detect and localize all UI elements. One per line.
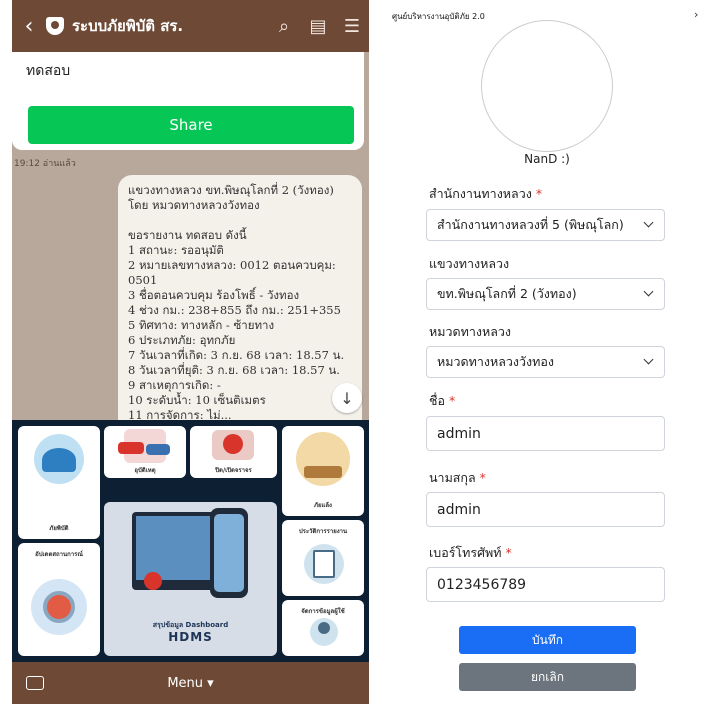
report-line: 6 ประเภทภัย: อุทกภัย [128,333,236,347]
report-line: 11 การจัดการ: ไม่... [128,408,232,420]
close-icon[interactable]: › [694,8,698,21]
chevron-down-icon [643,354,654,365]
app-name: ศูนย์บริหารงานอุบัติภัย 2.0 [392,12,485,21]
shield-icon [46,17,64,35]
chat-screen: ‹ ระบบภัยพิบัติ สร. ⌕ ▤ ☰ ทดสอบ Share 19… [12,0,369,704]
report-line: ขอรายงาน ทดสอบ ดังนี้ [128,228,247,242]
menu-tile-disaster[interactable]: ภัยพิบัติ [18,426,100,539]
report-line: แขวงทางหลวง ขท.พิษณุโลกที่ 2 (วังทอง) [128,183,334,197]
district-label: แขวงทางหลวง [429,256,510,271]
rich-menu: ภัยพิบัติ อุบัติเหตุ ปิด/เปิดจราจร ภัยแล… [12,420,369,662]
report-line: โดย หมวดทางหลวงวังทอง [128,198,260,212]
menu-tile-accident[interactable]: อุบัติเหตุ [104,426,186,478]
back-icon[interactable]: ‹ [12,14,46,39]
share-button[interactable]: Share [28,106,354,144]
notes-icon[interactable]: ▤ [301,16,335,37]
report-line: 1 สถานะ: รออนุมัติ [128,243,224,257]
first-name-input[interactable]: admin [426,416,665,451]
report-line: 10 ระดับน้ำ: 10 เซ็นติเมตร [128,393,266,407]
chevron-down-icon [643,286,654,297]
unit-label: หมวดทางหลวง [429,324,512,339]
report-line [128,213,352,228]
chat-header: ‹ ระบบภัยพิบัติ สร. ⌕ ▤ ☰ [12,0,369,52]
menu-tile-user-management[interactable]: จัดการข้อมูลผู้ใช้ [282,600,364,656]
shared-message-text: ทดสอบ [26,63,71,79]
district-select[interactable]: ขท.พิษณุโลกที่ 2 (วังทอง) [426,278,665,310]
keyboard-icon[interactable] [26,676,44,690]
report-line: 8 วันเวลาที่ยุติ: 3 ก.ย. 68 เวลา: 18.57 … [128,363,340,377]
report-line: 4 ช่วง กม.: 238+855 ถึง กม.: 251+355 [128,303,341,317]
scroll-down-icon[interactable]: ↓ [332,383,362,413]
report-line: 7 วันเวลาที่เกิด: 3 ก.ย. 68 เวลา: 18.57 … [128,348,345,362]
menu-tile-drought[interactable]: ภัยแล้ง [282,426,364,516]
report-line: 3 ชื่อตอนควบคุม ร้องโพธิ์ - วังทอง [128,288,300,302]
menu-tile-report-history[interactable]: ประวัติการรายงาน [282,520,364,596]
menu-tile-road-closure[interactable]: ปิด/เปิดจราจร [190,426,277,478]
menu-tile-dashboard[interactable]: สรุปข้อมูล Dashboard HDMS [104,502,277,656]
user-display-name: NanD :) [524,152,570,166]
search-icon[interactable]: ⌕ [267,16,301,37]
menu-tile-situation-update[interactable]: อัปเดตสถานการณ์ [18,543,100,656]
office-select[interactable]: สำนักงานทางหลวงที่ 5 (พิษณุโลก) [426,209,665,241]
last-name-input[interactable]: admin [426,492,665,527]
report-line: 2 หมายเลขทางหลวง: 0012 ตอนควบคุม: [128,258,336,272]
unit-select[interactable]: หมวดทางหลวงวังทอง [426,346,665,378]
shared-message-card: ทดสอบ Share [12,52,364,150]
profile-form-screen: ศูนย์บริหารงานอุบัติภัย 2.0 › NanD :) สำ… [392,0,702,704]
chat-title: ระบบภัยพิบัติ สร. [72,17,184,35]
message-timestamp: 19:12 อ่านแล้ว [14,159,76,169]
map-pin-icon [144,572,162,590]
avatar [481,20,613,152]
phone-label: เบอร์โทรศัพท์ * [429,545,512,560]
report-line: 9 สาเหตุการเกิด: - [128,378,221,392]
chevron-down-icon [643,217,654,228]
report-message-bubble: แขวงทางหลวง ขท.พิษณุโลกที่ 2 (วังทอง) โดย… [118,175,362,420]
report-line: 0501 [128,273,158,287]
hamburger-icon[interactable]: ☰ [335,16,369,37]
first-name-label: ชื่อ * [429,393,456,408]
phone-input[interactable]: 0123456789 [426,567,665,602]
save-button[interactable]: บันทึก [459,626,636,654]
office-label: สำนักงานทางหลวง * [429,186,543,201]
last-name-label: นามสกุล * [429,470,486,485]
report-line: 5 ทิศทาง: ทางหลัก - ซ้ายทาง [128,318,275,332]
chat-footer: Menu ▾ [12,662,369,704]
cancel-button[interactable]: ยกเลิก [459,663,636,691]
menu-toggle[interactable]: Menu ▾ [44,676,337,691]
